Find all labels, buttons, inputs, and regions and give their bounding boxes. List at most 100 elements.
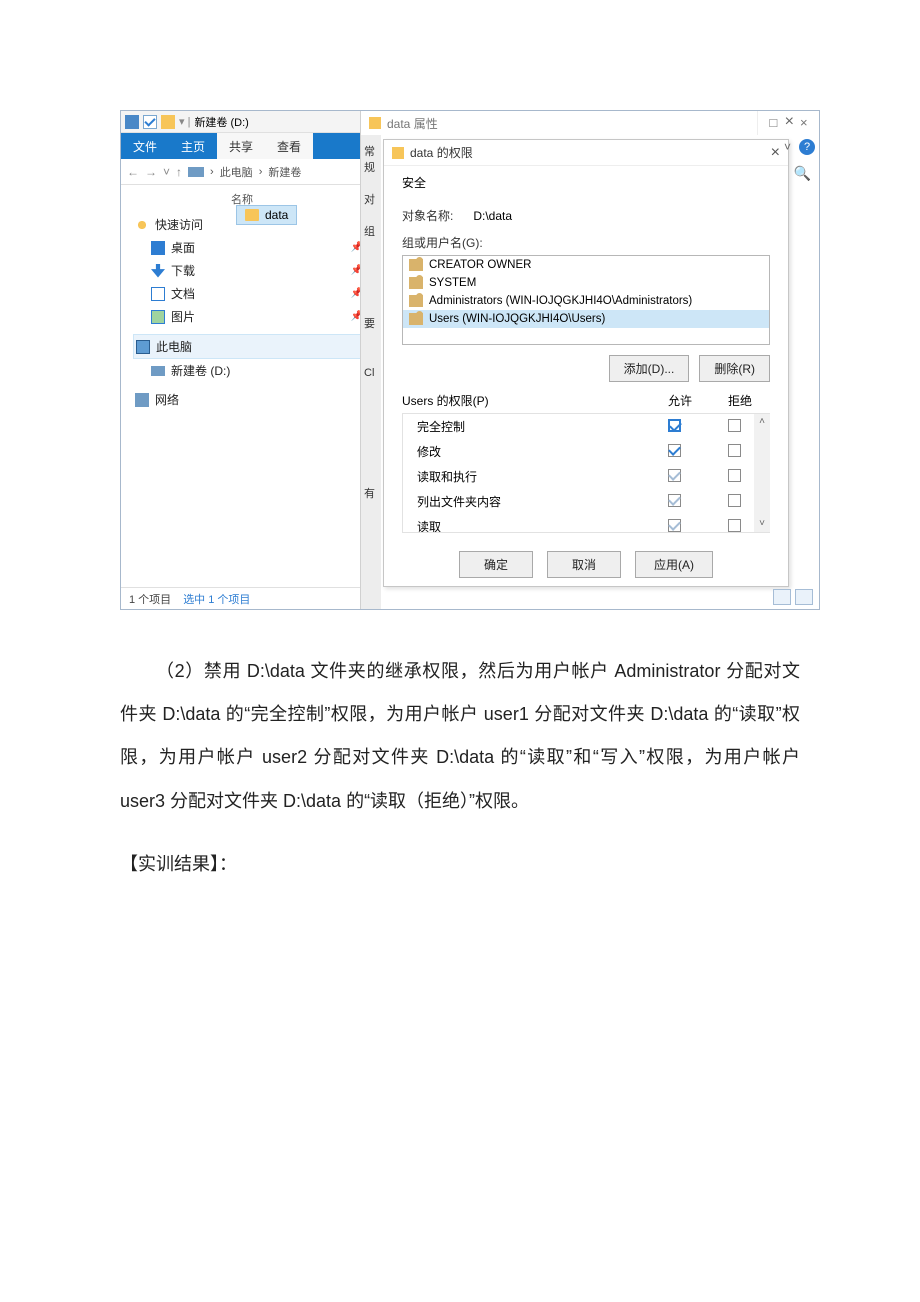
properties-tab-strip: 常规 对 组 要 Cl 有 [361,135,381,609]
crumb-volume[interactable]: 新建卷 [268,164,301,180]
paragraph: 【实训结果】： [120,843,800,886]
breadcrumb[interactable]: ← → ˅ ↑ › 此电脑 › 新建卷 [121,159,371,185]
download-icon [151,264,165,278]
group-item[interactable]: SYSTEM [403,274,769,292]
properties-titlebar: data 属性 [361,111,800,135]
groups-label: 组或用户名(G): [402,234,770,251]
tab-home[interactable]: 主页 [169,133,217,159]
explorer-titlebar: ▾ | 新建卷 (D:) [121,111,371,133]
group-label: Users (WIN-IOJQGKJHI4O\Users) [429,313,605,325]
tab-share[interactable]: 共享 [217,133,265,159]
close-icon[interactable]: × [771,144,780,162]
folder-item-data[interactable]: data [236,205,297,225]
folder-icon [392,147,404,159]
properties-dialog: data 属性 × 常规 对 组 要 Cl 有 data 的权限 × 安全 [360,111,800,609]
view-large-icon[interactable] [795,589,813,605]
nav-pane: 快速访问 桌面📌 下载📌 文档📌 图片📌 此电脑 新建卷 (D:) 网络 [121,211,371,417]
remove-button[interactable]: 删除(R) [699,355,770,382]
prop-tab: 要 [361,307,381,339]
groups-listbox[interactable]: CREATOR OWNER SYSTEM Administrators (WIN… [402,255,770,345]
perm-label: 完全控制 [409,418,644,435]
object-name-value: D:\data [473,209,512,223]
close-icon[interactable]: × [789,111,820,135]
drive-icon [151,366,165,376]
nav-network[interactable]: 网络 [133,388,365,411]
star-icon [135,218,149,232]
group-item-selected[interactable]: Users (WIN-IOJQGKJHI4O\Users) [403,310,769,328]
permissions-title: data 的权限 [410,144,473,161]
allow-checkbox[interactable] [668,444,681,457]
permissions-tabs: 安全 [384,166,788,191]
object-name-label: 对象名称: [402,207,453,224]
search-icon-area[interactable]: 🔍 [794,165,811,183]
nav-label: 快速访问 [155,216,203,233]
folder-name: data [265,208,288,222]
explorer-window: ▾ | 新建卷 (D:) 文件 主页 共享 查看 ← → ˅ ↑ › 此电脑 ›… [121,111,371,609]
nav-fwd-icon[interactable]: → [145,165,157,179]
crumb-thispc[interactable]: 此电脑 [220,164,253,180]
status-bar: 1 个项目 选中 1 个项目 [121,587,371,609]
add-button[interactable]: 添加(D)... [609,355,690,382]
cancel-button[interactable]: 取消 [547,551,621,578]
pc-icon [136,340,150,354]
nav-up-icon[interactable]: ↑ [176,165,182,179]
perm-row: 读取和执行 [403,464,770,489]
allow-checkbox[interactable] [668,419,681,432]
search-icon: 🔍 [794,165,811,181]
nav-thispc[interactable]: 此电脑 [133,334,365,359]
crumb-sep: › [210,166,214,178]
nav-documents[interactable]: 文档📌 [133,282,365,305]
prop-tab: Cl [361,359,381,387]
allow-checkbox[interactable] [668,519,681,532]
prop-tab: 对 [361,183,381,215]
help-icon[interactable]: ? [799,139,815,155]
nav-down-icon[interactable]: ˅ [163,165,170,179]
group-icon [409,259,423,271]
scrollbar[interactable]: ˄ ˅ [754,414,770,532]
nav-pictures[interactable]: 图片📌 [133,305,365,328]
allow-checkbox[interactable] [668,469,681,482]
properties-title: data 属性 [387,115,438,132]
group-icon [409,277,423,289]
deny-checkbox[interactable] [728,419,741,432]
allow-checkbox[interactable] [668,494,681,507]
deny-checkbox[interactable] [728,469,741,482]
tab-view[interactable]: 查看 [265,133,313,159]
tab-file[interactable]: 文件 [121,133,169,159]
group-icon [409,313,423,325]
prop-tab[interactable]: 常规 [361,135,381,183]
nav-downloads[interactable]: 下载📌 [133,259,365,282]
perm-label: 修改 [409,443,644,460]
view-details-icon[interactable] [773,589,791,605]
perm-label: 读取和执行 [409,468,644,485]
nav-desktop[interactable]: 桌面📌 [133,236,365,259]
document-icon [151,287,165,301]
nav-volume[interactable]: 新建卷 (D:) [133,359,365,382]
perm-label: 列出文件夹内容 [409,493,644,510]
nav-back-icon[interactable]: ← [127,165,139,179]
prop-tab: 组 [361,215,381,247]
ribbon-tabs: 文件 主页 共享 查看 [121,133,371,159]
nav-label: 图片 [171,308,195,325]
deny-checkbox[interactable] [728,519,741,532]
chevron-down-icon[interactable]: ˅ [784,140,791,154]
folder-icon [369,117,381,129]
deny-checkbox[interactable] [728,444,741,457]
permissions-titlebar: data 的权限 × [384,140,788,166]
maximize-icon[interactable]: □ [758,111,789,135]
apply-button[interactable]: 应用(A) [635,551,713,578]
view-mode-icons [773,589,813,605]
file-list: data [236,205,297,225]
ok-button[interactable]: 确定 [459,551,533,578]
drive-icon [188,167,204,177]
scroll-up-icon[interactable]: ˄ [754,414,770,430]
group-item[interactable]: Administrators (WIN-IOJQGKJHI4O\Administ… [403,292,769,310]
tab-security[interactable]: 安全 [396,174,432,194]
nav-label: 文档 [171,285,195,302]
deny-checkbox[interactable] [728,494,741,507]
scroll-down-icon[interactable]: ˅ [754,516,770,532]
nav-label: 新建卷 (D:) [171,362,230,379]
group-item[interactable]: CREATOR OWNER [403,256,769,274]
nav-label: 此电脑 [156,338,192,355]
network-icon [135,393,149,407]
